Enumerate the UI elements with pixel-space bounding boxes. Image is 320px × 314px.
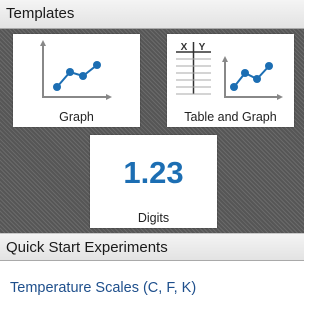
tile-label-table-and-graph: Table and Graph <box>184 110 277 124</box>
table-header-y: Y <box>199 42 206 53</box>
quick-start-list: Temperature Scales (C, F, K) <box>0 261 304 314</box>
tile-label-graph: Graph <box>59 110 94 124</box>
quick-start-header-title: Quick Start Experiments <box>6 239 168 256</box>
template-tile-digits[interactable]: 1.23 Digits <box>90 135 217 228</box>
table-header-x: X <box>181 42 188 53</box>
template-tile-table-and-graph[interactable]: X Y Table and Graph <box>167 34 294 127</box>
templates-header: Templates <box>0 0 304 29</box>
templates-header-title: Templates <box>6 5 75 22</box>
tile-label-digits: Digits <box>137 211 170 225</box>
digits-icon: 1.23 <box>123 155 184 190</box>
quick-start-item-temperature-scales[interactable]: Temperature Scales (C, F, K) <box>10 280 196 296</box>
quick-start-header: Quick Start Experiments <box>0 233 304 261</box>
template-tile-graph[interactable]: Graph <box>13 34 140 127</box>
